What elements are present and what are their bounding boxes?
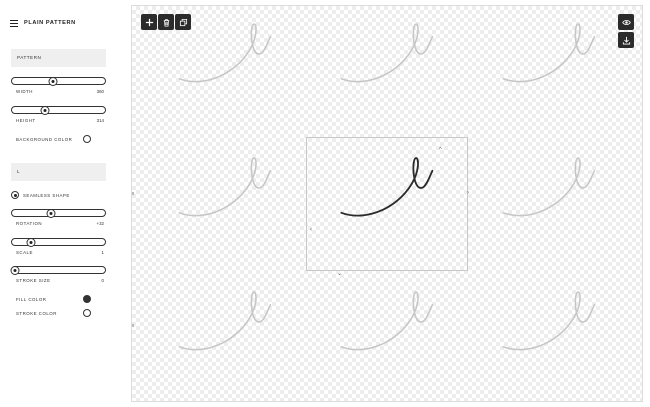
pattern-tile bbox=[484, 154, 604, 224]
background-color-row[interactable]: BACKGROUND COLOR bbox=[11, 135, 93, 145]
selected-shape[interactable] bbox=[322, 154, 442, 224]
right-handle-icon[interactable]: › bbox=[467, 190, 469, 196]
scale-value: 1 bbox=[101, 250, 104, 255]
stroke-color-label: STROKE COLOR bbox=[16, 311, 57, 316]
stroke-color-swatch[interactable] bbox=[83, 309, 91, 317]
seamless-shape-label: SEAMLESS SHAPE bbox=[23, 193, 70, 198]
delete-button[interactable] bbox=[158, 14, 174, 30]
pattern-tile bbox=[160, 288, 280, 358]
duplicate-icon bbox=[179, 18, 187, 26]
stroke-size-slider-handle[interactable] bbox=[10, 265, 20, 275]
fill-color-row[interactable]: FILL COLOR bbox=[11, 295, 93, 305]
pattern-canvas[interactable]: ^ › ‹ ⌄ bbox=[131, 5, 643, 402]
stroke-color-row[interactable]: STROKE COLOR bbox=[11, 309, 93, 319]
eye-icon bbox=[621, 19, 631, 25]
app-title: PLAIN PATTERN bbox=[24, 20, 76, 26]
stroke-size-value: 0 bbox=[101, 278, 104, 283]
width-slider-handle[interactable] bbox=[48, 76, 58, 86]
brand: PLAIN PATTERN bbox=[10, 17, 76, 29]
scale-slider[interactable] bbox=[11, 237, 106, 247]
menu-icon[interactable] bbox=[10, 19, 18, 27]
scale-slider-handle[interactable] bbox=[26, 237, 36, 247]
pattern-tile bbox=[484, 288, 604, 358]
down-handle-icon[interactable]: ⌄ bbox=[337, 271, 342, 277]
left-handle-icon[interactable]: ‹ bbox=[310, 227, 312, 233]
download-button[interactable] bbox=[618, 32, 634, 48]
height-slider[interactable] bbox=[11, 105, 106, 115]
pattern-select[interactable]: PATTERN bbox=[11, 49, 106, 67]
scale-label: SCALE bbox=[16, 250, 33, 255]
stroke-size-slider[interactable] bbox=[10, 265, 106, 275]
width-label: WIDTH bbox=[16, 89, 33, 94]
fill-color-swatch[interactable] bbox=[83, 295, 91, 303]
duplicate-button[interactable] bbox=[175, 14, 191, 30]
width-value: 360 bbox=[96, 89, 104, 94]
sidebar: PLAIN PATTERN PATTERN WIDTH 360 HEIGHT 3… bbox=[0, 0, 128, 407]
add-icon bbox=[145, 18, 153, 26]
pattern-tile bbox=[484, 20, 604, 90]
up-handle-icon[interactable]: ^ bbox=[439, 147, 442, 153]
download-icon bbox=[622, 36, 630, 45]
rotation-label: ROTATION bbox=[16, 221, 43, 226]
edge-marker bbox=[132, 324, 134, 327]
pattern-tile bbox=[160, 154, 280, 224]
width-slider[interactable] bbox=[11, 76, 106, 86]
rotation-value: +32 bbox=[96, 221, 104, 226]
rotation-slider[interactable] bbox=[11, 208, 106, 218]
preview-button[interactable] bbox=[618, 14, 634, 30]
background-color-label: BACKGROUND COLOR bbox=[16, 137, 73, 142]
stroke-size-label: STROKE SIZE bbox=[16, 278, 51, 283]
height-slider-handle[interactable] bbox=[40, 105, 50, 115]
rotation-slider-handle[interactable] bbox=[46, 208, 56, 218]
pattern-tile bbox=[322, 288, 442, 358]
seamless-shape-radio[interactable] bbox=[11, 191, 19, 199]
pattern-tile bbox=[322, 20, 442, 90]
add-button[interactable] bbox=[141, 14, 157, 30]
pattern-tile bbox=[160, 20, 280, 90]
height-label: HEIGHT bbox=[16, 118, 36, 123]
shape-select[interactable]: L bbox=[11, 163, 106, 181]
height-value: 314 bbox=[96, 118, 104, 123]
fill-color-label: FILL COLOR bbox=[16, 297, 47, 302]
background-color-swatch[interactable] bbox=[83, 135, 91, 143]
edge-marker bbox=[132, 192, 134, 195]
trash-icon bbox=[163, 18, 169, 27]
